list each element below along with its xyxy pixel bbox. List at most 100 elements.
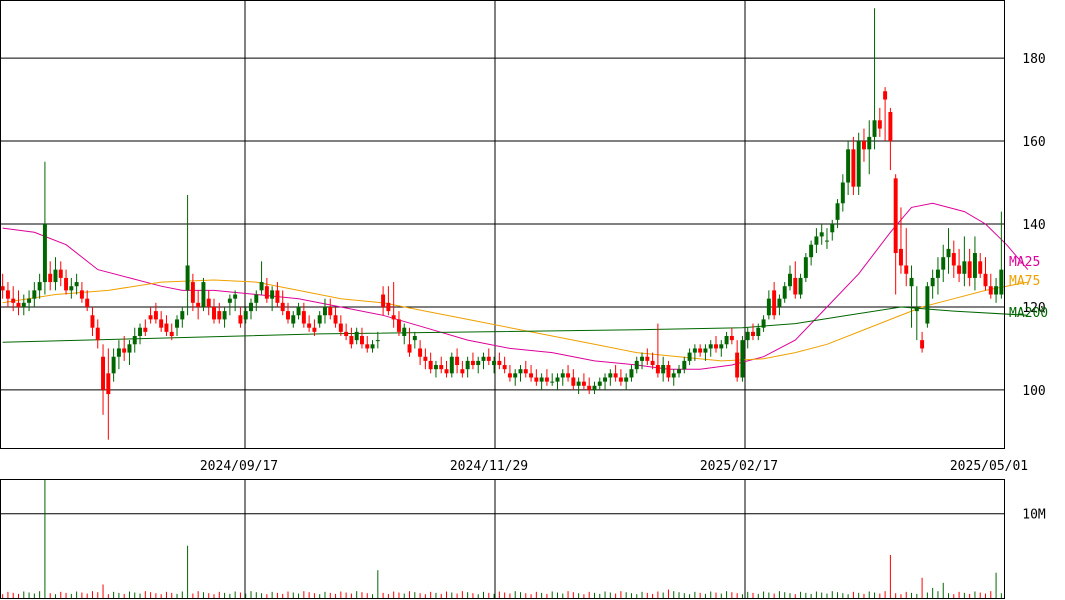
candle-body — [856, 141, 861, 187]
legend-ma75: MA75 — [1009, 274, 1040, 289]
candle-body — [930, 277, 935, 287]
candle-body — [840, 182, 845, 204]
candle-body — [692, 348, 697, 353]
candle-body — [777, 298, 782, 307]
candle-body — [507, 373, 512, 378]
date-tick-label: 2024/09/17 — [200, 459, 278, 474]
candle-body — [534, 377, 539, 382]
candle-body — [365, 344, 370, 349]
candle-body — [122, 348, 127, 353]
candle-body — [439, 365, 444, 370]
candle-body — [756, 327, 761, 336]
candle-body — [666, 365, 671, 378]
candle-body — [111, 356, 116, 374]
candle-body — [909, 277, 914, 287]
candle-body — [576, 381, 581, 386]
candle-body — [835, 203, 840, 220]
price-tick-label: 140 — [1022, 218, 1045, 233]
candle-body — [566, 373, 571, 378]
price-tick-label: 160 — [1022, 135, 1045, 150]
candle-body — [312, 327, 317, 332]
candle-body — [375, 340, 380, 342]
candle-body — [381, 294, 386, 307]
candle-body — [338, 323, 343, 332]
candle-body — [640, 356, 645, 361]
candle-body — [254, 294, 259, 303]
candle-body — [999, 269, 1004, 295]
candle-body — [613, 373, 618, 378]
candle-body — [328, 306, 333, 316]
candle-body — [655, 365, 660, 374]
candle-body — [618, 377, 623, 382]
candle-body — [95, 327, 100, 341]
candle-body — [470, 360, 475, 366]
candle-body — [359, 336, 364, 345]
candle-body — [772, 290, 777, 316]
volume-tick-label: 10M — [1022, 508, 1046, 523]
candle-body — [148, 315, 153, 320]
candle-body — [11, 298, 16, 303]
candle-body — [766, 298, 771, 316]
candle-body — [243, 311, 248, 320]
candle-body — [333, 315, 338, 324]
candle-body — [354, 331, 359, 341]
candle-body — [819, 232, 824, 237]
candle-body — [729, 336, 734, 341]
candle-body — [301, 311, 306, 324]
candle-body — [946, 248, 951, 258]
candle-body — [21, 302, 26, 307]
candle-body — [761, 319, 766, 328]
candle-body — [201, 282, 206, 307]
candle-body — [983, 273, 988, 287]
candle-body — [74, 282, 79, 287]
candle-body — [724, 336, 729, 345]
candle-body — [138, 327, 143, 336]
price-tick-label: 180 — [1022, 52, 1045, 67]
candle-body — [587, 385, 592, 390]
candle-body — [893, 178, 898, 254]
candle-body — [745, 331, 750, 341]
legend-ma25: MA25 — [1009, 255, 1040, 270]
candle-body — [740, 340, 745, 378]
candle-body — [370, 344, 375, 349]
candle-body — [190, 282, 195, 303]
candle-body — [687, 352, 692, 361]
candle-body — [317, 315, 322, 324]
candle-body — [603, 377, 608, 382]
candle-body — [935, 269, 940, 278]
candle-body — [402, 327, 407, 336]
candle-body — [264, 286, 269, 299]
candle-body — [877, 120, 882, 129]
candle-body — [624, 377, 629, 382]
candle-body — [322, 306, 327, 316]
candle-body — [872, 120, 877, 137]
candle-body — [280, 302, 285, 312]
candle-body — [164, 323, 169, 332]
candle-body — [391, 315, 396, 320]
candle-body — [238, 315, 243, 324]
date-tick-label: 2025/05/01 — [950, 459, 1028, 474]
candle-body — [53, 269, 58, 283]
candle-body — [883, 91, 888, 100]
candle-body — [185, 265, 190, 291]
candle-body — [85, 298, 90, 307]
candle-body — [914, 306, 919, 312]
candle-body — [428, 360, 433, 370]
candle-body — [898, 248, 903, 266]
candle-body — [967, 261, 972, 278]
candle-body — [16, 302, 21, 307]
candle-body — [476, 360, 481, 366]
candle-body — [529, 373, 534, 378]
candle-body — [824, 240, 829, 242]
candle-body — [608, 373, 613, 378]
candle-body — [106, 373, 111, 395]
candle-body — [851, 149, 856, 187]
candle-body — [486, 356, 491, 361]
candle-body — [270, 290, 275, 299]
candle-body — [153, 311, 158, 320]
candle-body — [544, 377, 549, 382]
candle-body — [196, 302, 201, 307]
candle-body — [396, 319, 401, 332]
candle-body — [42, 224, 47, 283]
candle-body — [0, 286, 5, 291]
